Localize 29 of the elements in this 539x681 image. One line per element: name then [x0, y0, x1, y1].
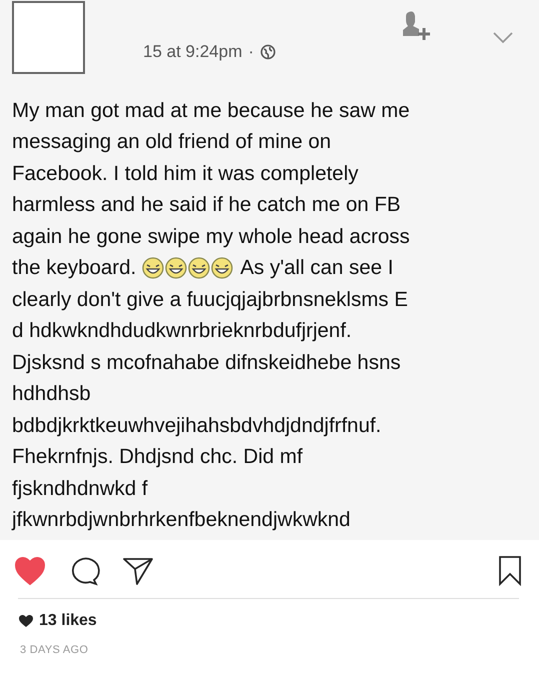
post-age: 3 DAYS AGO — [19, 643, 90, 656]
post-text-line: Fhekrnfnjs. Dhdjsnd chc. Did mf — [12, 445, 303, 470]
post-text-line: the keyboard. — [12, 256, 136, 280]
laughing-emoji-icon — [165, 257, 188, 280]
post-text-line: fjskndhdnwkd f — [12, 476, 148, 501]
bookmark-icon[interactable] — [499, 556, 521, 586]
chevron-down-icon[interactable] — [493, 32, 513, 44]
globe-icon — [260, 44, 276, 60]
post-text-line: bdbdjkrktkeuwhvejihahsbdvhdjdndjfrfnuf. — [12, 414, 382, 438]
heart-icon — [19, 615, 33, 627]
separator-dot: · — [248, 42, 254, 62]
laughing-emoji-icon — [211, 257, 234, 280]
post-text-line: As y'all can see I — [240, 256, 394, 280]
post-text-line: messaging an old friend of mine on — [12, 130, 332, 154]
laughing-emoji-icon — [188, 257, 210, 280]
share-icon[interactable] — [122, 556, 154, 586]
post-timestamp: 15 at 9:24pm — [143, 42, 242, 62]
post-text-line: harmless and he said if he catch me on FB — [12, 193, 401, 218]
post-text-line: again he gone swipe my whole head across — [12, 224, 410, 249]
likes-count[interactable]: 13 likes — [39, 612, 97, 630]
post-text-line: jfkwnrbdjwnbrhrkenfbeknendjwkwknd — [12, 508, 350, 532]
like-heart-icon[interactable] — [14, 556, 46, 586]
post-text-line: My man got mad at me because he saw me — [12, 98, 410, 123]
post-text-line: Djsksnd s mcofnahabe difnskeidhebe hsns — [12, 350, 401, 375]
post-text-line: Facebook. I told him it was completely — [12, 162, 358, 186]
post-text-line: clearly don't give a fuucjqjajbrbnsneklsms E — [12, 288, 408, 312]
post-text-line: hdhdhsb — [12, 382, 91, 406]
laughing-emoji-icon — [142, 257, 164, 280]
post-text-line: d hdkwkndhdudkwnrbrieknrbdufjrjenf. — [12, 319, 352, 344]
